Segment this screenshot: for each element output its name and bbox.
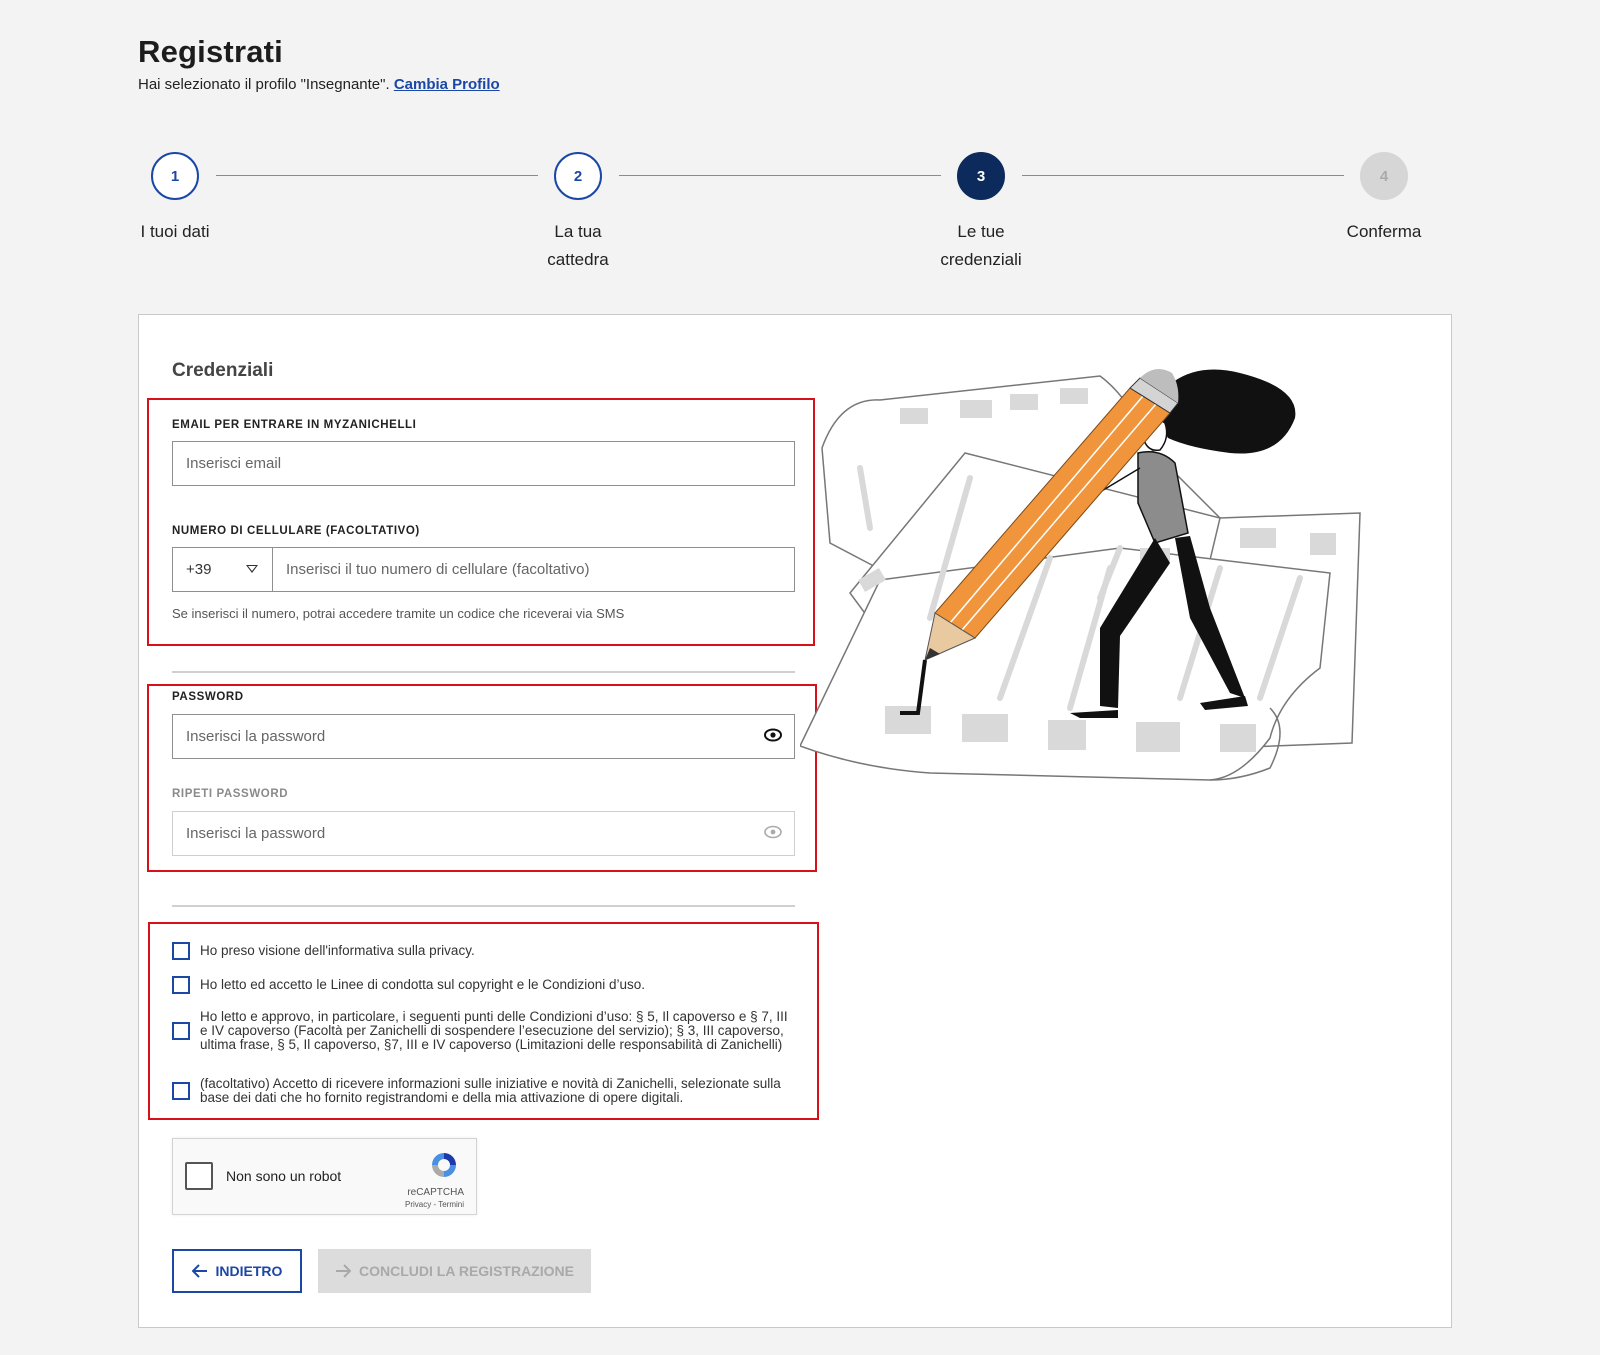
repeat-password-label: RIPETI PASSWORD <box>172 788 289 800</box>
repeat-password-input[interactable]: Inserisci la password <box>172 811 795 856</box>
email-label: EMAIL PER ENTRARE IN MYZANICHELLI <box>172 419 417 431</box>
clauses-consent[interactable]: Ho letto e approvo, in particolare, i se… <box>172 1010 792 1052</box>
complete-registration-button[interactable]: CONCLUDI LA REGISTRAZIONE <box>318 1249 591 1293</box>
password-placeholder: Inserisci la password <box>186 728 326 745</box>
arrow-left-icon <box>191 1264 207 1278</box>
step-connector <box>216 175 538 176</box>
recaptcha-checkbox[interactable] <box>185 1162 213 1190</box>
repeat-password-placeholder: Inserisci la password <box>186 825 326 842</box>
step-label: La tua cattedra <box>547 222 609 269</box>
recaptcha-links[interactable]: Privacy - Termini <box>405 1200 464 1209</box>
phone-label: NUMERO DI CELLULARE (FACOLTATIVO) <box>172 525 420 537</box>
step-connector <box>619 175 941 176</box>
step-circle: 1 <box>151 152 199 200</box>
step-circle: 2 <box>554 152 602 200</box>
complete-registration-label: CONCLUDI LA REGISTRAZIONE <box>359 1263 574 1279</box>
step-circle: 3 <box>957 152 1005 200</box>
back-button[interactable]: INDIETRO <box>172 1249 302 1293</box>
page-header: Registrati Hai selezionato il profilo "I… <box>138 34 500 93</box>
back-button-label: INDIETRO <box>215 1263 283 1279</box>
password-input[interactable]: Inserisci la password <box>172 714 795 759</box>
step-label: I tuoi dati <box>140 222 210 241</box>
marketing-consent[interactable]: (facoltativo) Accetto di ricevere inform… <box>172 1077 792 1105</box>
step-label: Conferma <box>1346 222 1422 241</box>
divider <box>172 905 795 907</box>
illustration <box>798 368 1380 793</box>
page-title: Registrati <box>138 34 283 69</box>
step-1[interactable]: 1 I tuoi dati <box>95 152 255 246</box>
profile-subtitle: Hai selezionato il profilo "Insegnante".… <box>138 76 500 93</box>
step-label: Le tue credenziali <box>940 222 1022 269</box>
registration-stepper: 1 I tuoi dati 2 La tua cattedra 3 Le tue… <box>138 152 1452 282</box>
country-code-select[interactable]: +39 <box>172 547 273 592</box>
terms-consent[interactable]: Ho letto ed accetto le Linee di condotta… <box>172 976 792 994</box>
chevron-down-icon <box>246 565 258 573</box>
step-4: 4 Conferma <box>1304 152 1464 246</box>
profile-subtitle-text: Hai selezionato il profilo "Insegnante". <box>138 76 390 93</box>
marketing-consent-text: (facoltativo) Accetto di ricevere inform… <box>200 1076 781 1105</box>
section-title: Credenziali <box>172 360 274 381</box>
change-profile-link[interactable]: Cambia Profilo <box>394 76 500 93</box>
country-code-value: +39 <box>186 561 212 578</box>
privacy-checkbox[interactable] <box>172 942 190 960</box>
privacy-consent-text: Ho preso visione dell'informativa sulla … <box>200 943 475 958</box>
marketing-checkbox[interactable] <box>172 1082 190 1100</box>
recaptcha-widget: Non sono un robot reCAPTCHA Privacy - Te… <box>172 1138 477 1215</box>
terms-checkbox[interactable] <box>172 976 190 994</box>
step-circle: 4 <box>1360 152 1408 200</box>
recaptcha-label: Non sono un robot <box>226 1168 342 1184</box>
divider <box>172 671 795 673</box>
privacy-consent[interactable]: Ho preso visione dell'informativa sulla … <box>172 942 792 960</box>
phone-help-text: Se inserisci il numero, potrai accedere … <box>172 606 625 621</box>
recaptcha-brand: reCAPTCHA <box>407 1187 464 1198</box>
clauses-checkbox[interactable] <box>172 1022 190 1040</box>
step-2[interactable]: 2 La tua cattedra <box>498 152 658 274</box>
phone-input[interactable]: Inserisci il tuo numero di cellulare (fa… <box>272 547 795 592</box>
password-label: PASSWORD <box>172 691 244 703</box>
terms-consent-text: Ho letto ed accetto le Linee di condotta… <box>200 977 646 992</box>
eye-icon[interactable] <box>764 825 782 843</box>
eye-icon[interactable] <box>764 728 782 746</box>
recaptcha-logo-icon <box>428 1149 460 1186</box>
email-input[interactable]: Inserisci email <box>172 441 795 486</box>
step-3: 3 Le tue credenziali <box>901 152 1061 274</box>
clauses-consent-text: Ho letto e approvo, in particolare, i se… <box>200 1009 788 1052</box>
step-connector <box>1022 175 1344 176</box>
arrow-right-icon <box>336 1264 352 1278</box>
